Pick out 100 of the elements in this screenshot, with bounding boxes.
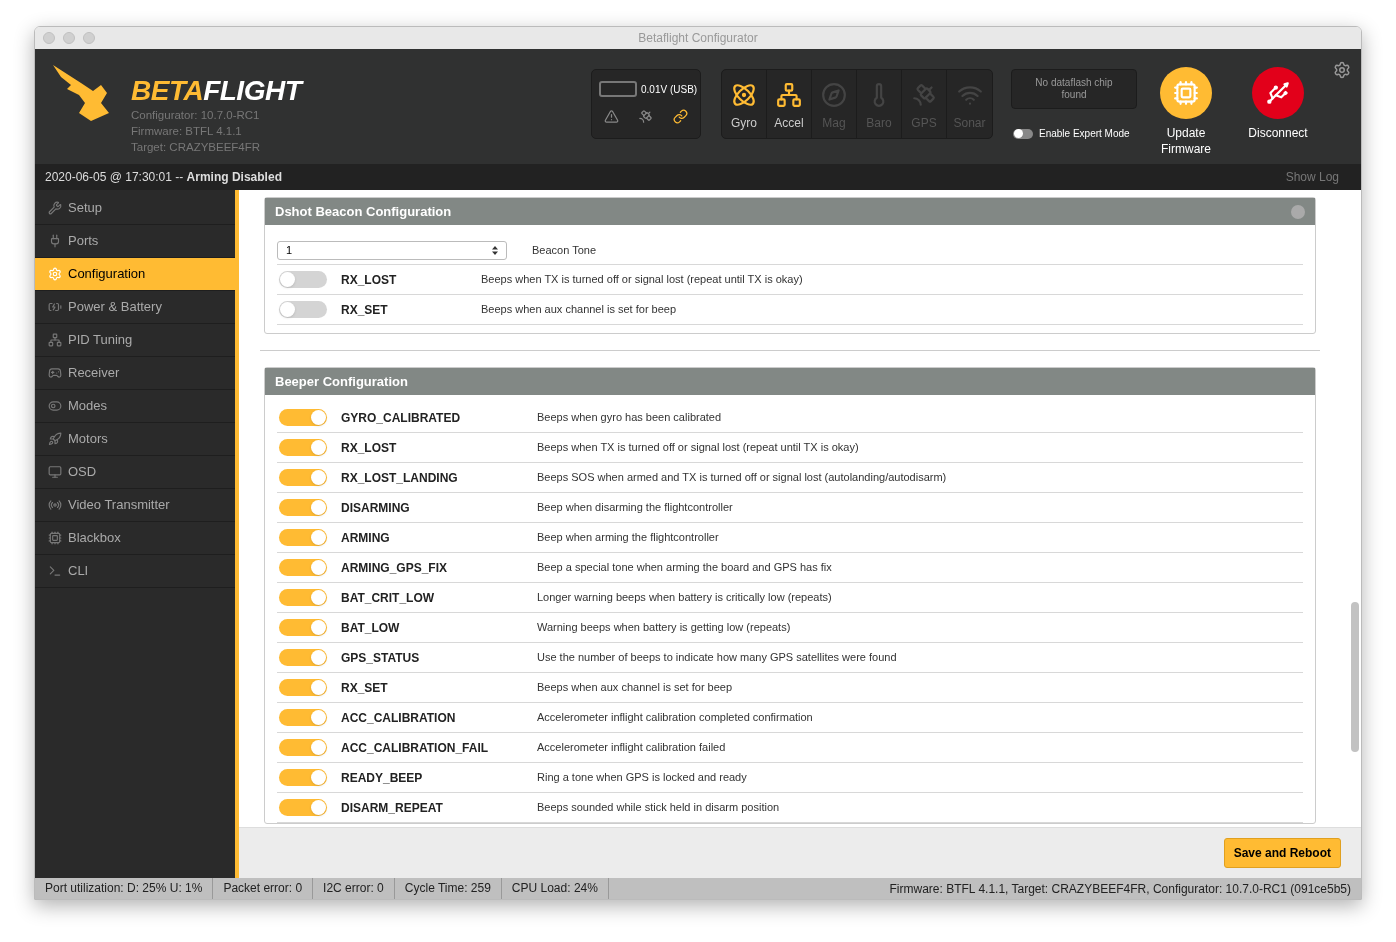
- beeper-description: Beep a special tone when arming the board and GPS has fix: [537, 560, 832, 576]
- toggle-switch[interactable]: [279, 439, 327, 456]
- version-info: Configurator: 10.7.0-RC1: [131, 108, 261, 123]
- satellite-icon: [911, 82, 937, 108]
- toggle-icon: [48, 399, 62, 413]
- help-icon[interactable]: [1291, 204, 1305, 219]
- dataflash-status: No dataflash chip found: [1034, 77, 1114, 101]
- expert-mode-switch[interactable]: [1013, 128, 1033, 139]
- panel-title: Dshot Beacon Configuration: [275, 202, 452, 221]
- beeper-name: GYRO_CALIBRATED: [341, 409, 462, 427]
- version-info: Firmware: BTFL 4.1.1: [131, 124, 243, 139]
- toggle-switch[interactable]: [279, 679, 327, 696]
- sensor-indicator: Accel: [767, 70, 812, 138]
- battery-icon: [48, 300, 62, 314]
- firmware-info: Firmware: BTFL 4.1.1, Target: CRAZYBEEF4FR, Configurator: 10.7.0-RC1 (091ce5b5): [889, 880, 1352, 898]
- window-control[interactable]: [83, 32, 95, 44]
- window-control[interactable]: [63, 32, 75, 44]
- beeper-description: Beep when disarming the flightcontroller: [537, 500, 733, 516]
- link-icon[interactable]: [673, 109, 689, 124]
- beeper-description: Beeps sounded while stick held in disarm position: [537, 800, 780, 816]
- version-info: Target: CRAZYBEEF4FR: [131, 140, 262, 155]
- toggle-switch[interactable]: [279, 529, 327, 546]
- sensor-indicator: Gyro: [722, 70, 767, 138]
- toggle-switch[interactable]: [279, 301, 327, 318]
- toggle-switch[interactable]: [279, 499, 327, 516]
- update-firmware-button[interactable]: Update Firmware: [1147, 67, 1225, 157]
- beeper-name: ARMING_GPS_FIX: [341, 559, 449, 577]
- toggle-switch[interactable]: [279, 619, 327, 636]
- window-title: Betaflight Configurator: [638, 30, 758, 47]
- network-icon: [48, 333, 62, 347]
- beeper-description: Beeps when TX is turned off or signal lost (repeat until TX is okay): [481, 272, 803, 288]
- beacon-tone-select[interactable]: 1: [277, 241, 507, 260]
- battery-icon: [599, 81, 637, 97]
- sidebar-item[interactable]: Setup: [35, 192, 235, 225]
- warning-icon: [603, 109, 619, 124]
- toggle-switch[interactable]: [279, 649, 327, 666]
- beeper-description: Longer warning beeps when battery is critically low (repeats): [537, 590, 832, 606]
- sidebar-item[interactable]: Video Transmitter: [35, 489, 235, 522]
- toggle-switch[interactable]: [279, 769, 327, 786]
- toggle-switch[interactable]: [279, 589, 327, 606]
- beeper-description: Warning beeps when battery is getting low (repeats): [537, 620, 791, 636]
- toggle-switch[interactable]: [279, 739, 327, 756]
- radio-icon: [48, 498, 62, 512]
- beeper-description: Beeps when TX is turned off or signal lost (repeat until TX is okay): [537, 440, 859, 456]
- sidebar-item[interactable]: Modes: [35, 390, 235, 423]
- show-log-link[interactable]: Show Log: [1285, 168, 1351, 186]
- window-control[interactable]: [43, 32, 55, 44]
- disconnect-button[interactable]: Disconnect: [1239, 67, 1317, 157]
- beeper-name: RX_SET: [341, 679, 389, 697]
- sidebar-item[interactable]: Motors: [35, 423, 235, 456]
- sidebar-item[interactable]: OSD: [35, 456, 235, 489]
- status-item: Cycle Time: 259: [394, 878, 502, 899]
- beeper-name: DISARM_REPEAT: [341, 799, 444, 817]
- toggle-switch[interactable]: [279, 709, 327, 726]
- usb-icon: [1265, 80, 1291, 106]
- beeper-description: Beeps when gyro has been calibrated: [537, 410, 722, 426]
- sidebar-item[interactable]: Receiver: [35, 357, 235, 390]
- beeper-name: ACC_CALIBRATION: [341, 709, 457, 727]
- beeper-description: Beeps SOS when armed and TX is turned off or signal lost (autolanding/autodisarm): [537, 470, 947, 486]
- beeper-name: RX_LOST: [341, 271, 398, 289]
- status-item: Port utilization: D: 25% U: 1%: [35, 878, 214, 899]
- wrench-icon: [48, 201, 62, 215]
- expert-mode-label: Enable Expert Mode: [1039, 127, 1130, 141]
- battery-reading: 0.01V (USB): [641, 82, 698, 97]
- beeper-description: Use the number of beeps to indicate how many GPS satellites were found: [537, 650, 897, 666]
- beeper-description: Accelerometer inflight calibration completed confirmation: [537, 710, 813, 726]
- monitor-icon: [48, 465, 62, 479]
- beeper-name: ACC_CALIBRATION_FAIL: [341, 739, 490, 757]
- beeper-description: Beeps when aux channel is set for beep: [481, 302, 677, 318]
- beeper-description: Beep when arming the flightcontroller: [537, 530, 719, 546]
- beeper-description: Ring a tone when GPS is locked and ready: [537, 770, 747, 786]
- plug-icon: [48, 234, 62, 248]
- sidebar-item[interactable]: Blackbox: [35, 522, 235, 555]
- beeper-description: Beeps when aux channel is set for beep: [537, 680, 733, 696]
- settings-icon[interactable]: [1333, 61, 1351, 79]
- status-item: Packet error: 0: [213, 878, 314, 899]
- beeper-name: GPS_STATUS: [341, 649, 421, 667]
- arming-status: 2020-06-05 @ 17:30:01 -- Arming Disabled: [45, 169, 282, 186]
- toggle-switch[interactable]: [279, 559, 327, 576]
- beeper-name: BAT_LOW: [341, 619, 401, 637]
- toggle-switch[interactable]: [279, 799, 327, 816]
- sidebar-item[interactable]: Configuration: [35, 258, 235, 291]
- status-item: CPU Load: 24%: [501, 878, 609, 899]
- terminal-icon: [48, 564, 62, 578]
- chip-icon: [1173, 80, 1199, 106]
- toggle-switch[interactable]: [279, 271, 327, 288]
- beeper-name: BAT_CRIT_LOW: [341, 589, 436, 607]
- sidebar-item[interactable]: PID Tuning: [35, 324, 235, 357]
- toggle-switch[interactable]: [279, 469, 327, 486]
- select-arrows-icon: [492, 246, 498, 255]
- gear-icon: [48, 267, 62, 281]
- beeper-description: Accelerometer inflight calibration failed: [537, 740, 726, 756]
- sidebar-item[interactable]: CLI: [35, 555, 235, 588]
- panel-title: Beeper Configuration: [275, 372, 408, 391]
- logo-wordmark: BETAFLIGHT: [131, 77, 302, 105]
- chip-icon: [48, 531, 62, 545]
- toggle-switch[interactable]: [279, 409, 327, 426]
- beeper-name: RX_SET: [341, 301, 389, 319]
- save-and-reboot-button[interactable]: Save and Reboot: [1223, 838, 1341, 868]
- sidebar-item[interactable]: Power & Battery: [35, 291, 235, 324]
